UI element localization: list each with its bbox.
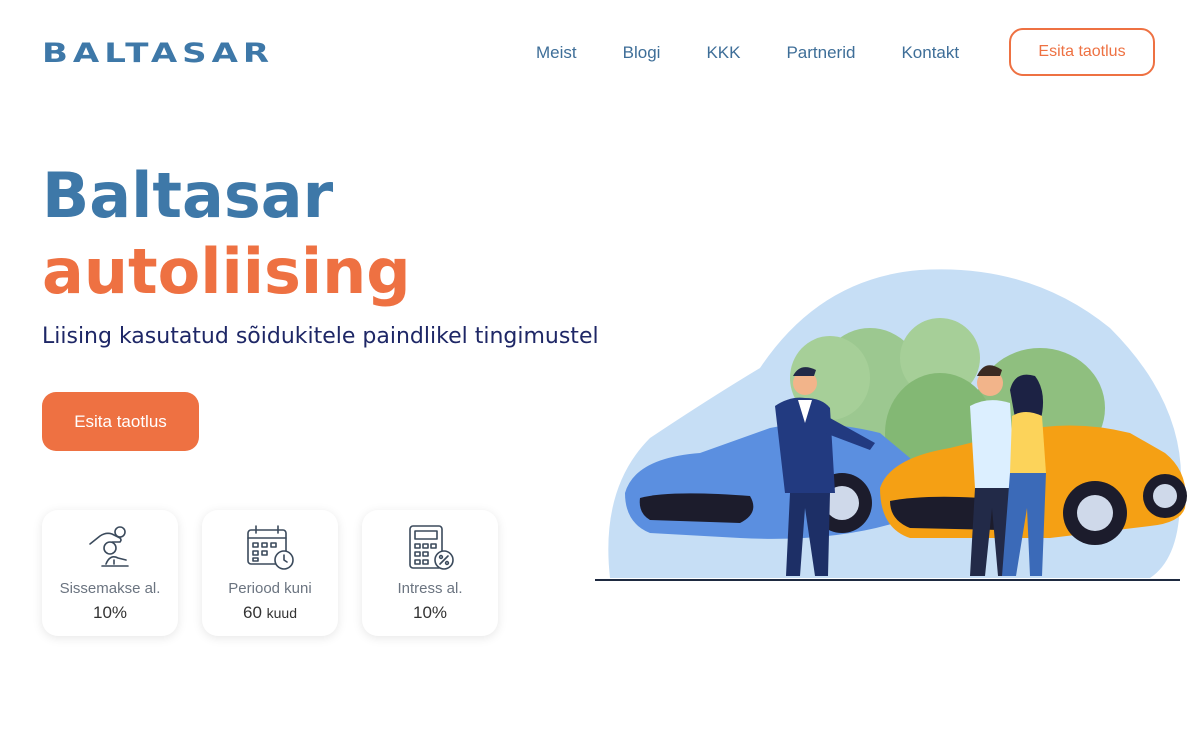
card-label: Periood kuni xyxy=(228,580,312,597)
nav-item-blogi[interactable]: Blogi xyxy=(623,42,661,64)
calendar-clock-icon xyxy=(247,525,294,570)
card-value: 10% xyxy=(92,603,128,622)
card-value: 60 kuud xyxy=(242,603,297,622)
hero-illustration xyxy=(595,269,1187,581)
hero-title-product: autoliising xyxy=(42,235,411,308)
nav-item-kontakt[interactable]: Kontakt xyxy=(901,42,959,64)
card-value: 10% xyxy=(412,603,448,622)
nav-item-meist[interactable]: Meist xyxy=(536,42,577,64)
brand-logo[interactable]: BALTASAR xyxy=(42,38,274,69)
nav-apply-button[interactable]: Esita taotlus xyxy=(1009,28,1155,76)
nav-item-kkk[interactable]: KKK xyxy=(706,42,740,64)
main-nav: Meist Blogi KKK Partnerid Kontakt xyxy=(536,42,1005,64)
card-label: Intress al. xyxy=(397,580,463,597)
feature-card-down-payment: Sissemakse al. 10% xyxy=(42,510,178,636)
feature-card-period: Periood kuni 60 kuud xyxy=(202,510,338,636)
nav-item-partnerid[interactable]: Partnerid xyxy=(786,42,855,64)
hand-coins-icon xyxy=(89,526,129,567)
calculator-percent-icon xyxy=(409,525,454,570)
hero-title-brand: Baltasar xyxy=(42,159,334,232)
feature-card-interest: Intress al. 10% xyxy=(362,510,498,636)
feature-cards: Sissemakse al. 10% Periood kuni 60 kuud xyxy=(42,510,498,636)
hero-subtitle: Liising kasutatud sõidukitele paindlikel… xyxy=(42,324,599,349)
hero-apply-button[interactable]: Esita taotlus xyxy=(42,392,199,451)
card-label: Sissemakse al. xyxy=(59,580,161,597)
